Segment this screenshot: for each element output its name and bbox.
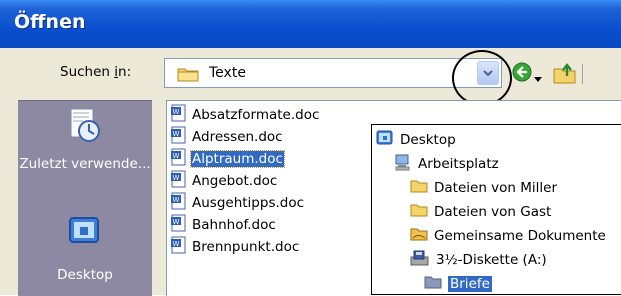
list-item[interactable]: W Angebot.doc (170, 170, 278, 192)
dropdown-item-selected[interactable]: Briefe (424, 272, 492, 296)
list-item-selected[interactable]: W Alptraum.doc (170, 148, 285, 170)
search-in-label-text: Suchen in: (60, 64, 132, 80)
computer-icon (394, 153, 412, 175)
svg-text:W: W (173, 218, 180, 226)
place-desktop-label: Desktop (57, 267, 113, 283)
svg-text:W: W (173, 240, 180, 248)
file-name: Bahnhof.doc (192, 217, 276, 233)
dropdown-item-floppy[interactable]: 3½-Diskette (A:) (410, 248, 547, 272)
list-item[interactable]: W Brennpunkt.doc (170, 236, 300, 258)
dropdown-item-folder[interactable]: Dateien von Gast (410, 200, 551, 224)
dropdown-item-folder[interactable]: Dateien von Miller (410, 176, 557, 200)
file-name: Adressen.doc (192, 129, 283, 145)
svg-text:W: W (173, 174, 180, 182)
toolbar-separator (582, 64, 583, 84)
shared-folder-icon (410, 226, 428, 246)
file-name: Angebot.doc (192, 173, 278, 189)
list-item[interactable]: W Absatzformate.doc (170, 104, 320, 126)
window-title: Öffnen (14, 11, 86, 33)
highlight-circle (452, 50, 512, 106)
dropdown-item-label: Dateien von Gast (434, 204, 552, 220)
title-bar: Öffnen (0, 0, 621, 48)
desktop-icon (376, 129, 394, 151)
place-recent[interactable]: Zuletzt verwende... (18, 107, 152, 173)
dropdown-item-label: Arbeitsplatz (418, 156, 499, 172)
folder-icon (177, 66, 199, 86)
places-bar: Zuletzt verwende... Desktop (18, 100, 152, 296)
up-folder-icon[interactable] (553, 62, 577, 88)
file-name: Ausgehtipps.doc (192, 195, 305, 211)
folder-icon (424, 274, 442, 294)
search-in-label: Suchen in: (60, 64, 131, 80)
word-document-icon: W (170, 214, 188, 236)
look-in-dropdown-list: Desktop Arbeitsplatz Dateien von Miller … (371, 124, 621, 295)
word-document-icon: W (170, 236, 188, 258)
file-name: Alptraum.doc (190, 150, 285, 168)
current-folder-name: Texte (209, 65, 246, 81)
dropdown-item-label: Briefe (448, 276, 492, 292)
dropdown-item-label: Gemeinsame Dokumente (434, 228, 606, 244)
dropdown-item-computer[interactable]: Arbeitsplatz (394, 152, 499, 176)
back-dropdown-icon[interactable] (534, 71, 542, 86)
folder-icon (410, 202, 428, 222)
word-document-icon: W (170, 126, 188, 148)
dropdown-item-desktop[interactable]: Desktop (376, 128, 456, 152)
list-item[interactable]: W Ausgehtipps.doc (170, 192, 305, 214)
list-item[interactable]: W Adressen.doc (170, 126, 284, 148)
word-document-icon: W (170, 148, 188, 170)
place-desktop[interactable]: Desktop (18, 214, 152, 284)
svg-text:W: W (173, 130, 180, 138)
svg-text:W: W (173, 152, 180, 160)
dropdown-item-label: Dateien von Miller (434, 180, 558, 196)
recent-documents-icon (18, 107, 152, 148)
place-recent-label: Zuletzt verwende... (19, 156, 151, 172)
dropdown-item-shared[interactable]: Gemeinsame Dokumente (410, 224, 606, 248)
svg-text:W: W (173, 108, 180, 116)
dropdown-item-label: Desktop (400, 132, 456, 148)
folder-icon (410, 178, 428, 198)
back-icon[interactable] (512, 62, 532, 86)
file-name: Brennpunkt.doc (192, 239, 300, 255)
svg-text:W: W (173, 196, 180, 204)
desktop-icon (18, 214, 152, 251)
look-in-combobox[interactable]: Texte (164, 58, 502, 88)
word-document-icon: W (170, 104, 188, 126)
file-name: Absatzformate.doc (192, 107, 320, 123)
list-item[interactable]: W Bahnhof.doc (170, 214, 277, 236)
dropdown-item-label: 3½-Diskette (A:) (436, 252, 547, 268)
word-document-icon: W (170, 192, 188, 214)
floppy-drive-icon (410, 249, 430, 271)
word-document-icon: W (170, 170, 188, 192)
